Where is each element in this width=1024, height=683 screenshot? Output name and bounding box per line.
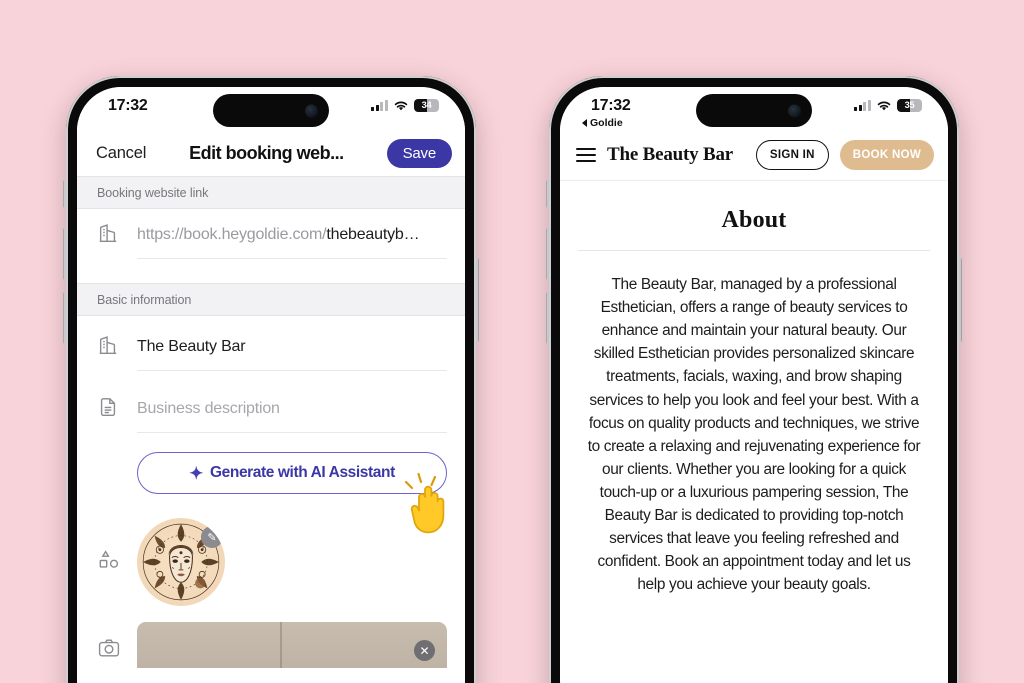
status-bar-left: 17:32 34 [77,87,465,131]
book-now-button[interactable]: BOOK NOW [839,140,934,170]
photo-divider [279,622,282,668]
status-bar-right: 17:32 Goldie 35 [560,87,948,131]
section-header-booking-link: Booking website link [77,176,465,209]
battery-level: 34 [421,100,432,110]
volume-down-button-right[interactable] [546,292,550,344]
phone-right: 17:32 Goldie 35 The Beauty Bar SIGN IN B… [546,76,962,683]
status-indicators: 34 [371,99,439,112]
battery-icon: 34 [414,99,439,112]
business-description-field-row[interactable]: Business description [95,378,447,440]
url-prefix: https://book.heygoldie.com/ [137,226,327,243]
volume-down-button-left[interactable] [63,292,67,344]
business-building-icon [97,334,121,361]
silence-switch-left[interactable] [63,180,67,208]
sign-in-button[interactable]: SIGN IN [755,140,829,170]
business-description-input[interactable]: Business description [137,385,447,433]
phone-right-screen: 17:32 Goldie 35 The Beauty Bar SIGN IN B… [560,87,948,683]
ai-button-label: Generate with AI Assistant [210,464,395,481]
hamburger-menu-icon[interactable] [576,147,596,163]
back-triangle-icon [582,119,587,127]
ai-assistant-row: ✦ Generate with AI Assistant [77,440,465,502]
volume-up-button-left[interactable] [63,228,67,280]
power-button-right[interactable] [958,258,962,342]
page-title: Edit booking web... [189,143,344,163]
status-indicators: 35 [854,99,922,112]
booking-link-field-row[interactable]: https://book.heygoldie.com/thebeautyb… [95,209,447,261]
navigation-bar: Cancel Edit booking web... Save [77,131,465,176]
cellular-bars-icon [371,100,388,111]
volume-up-button-right[interactable] [546,228,550,280]
business-name-field-row[interactable]: The Beauty Bar [95,316,447,378]
booking-link-section: https://book.heygoldie.com/thebeautyb… [77,209,465,283]
booking-url-value[interactable]: https://book.heygoldie.com/thebeautyb… [137,211,447,259]
business-name-input[interactable]: The Beauty Bar [137,323,447,371]
basic-info-section: The Beauty Bar Business description [77,316,465,440]
status-time: 17:32 [108,97,148,114]
business-building-icon [97,222,121,249]
save-button[interactable]: Save [386,139,452,168]
business-logo-avatar[interactable]: ✎ [137,518,225,606]
silence-switch-right[interactable] [546,180,550,208]
website-header: The Beauty Bar SIGN IN BOOK NOW [560,131,948,181]
cancel-button[interactable]: Cancel [96,144,146,163]
shapes-icon [97,548,121,577]
back-app-label: Goldie [590,117,623,129]
logo-row: ✎ [77,502,465,616]
wifi-icon [394,101,408,110]
status-time: 17:32 [591,97,631,114]
document-icon [97,396,121,423]
sparkle-icon: ✦ [189,463,203,483]
section-header-basic-info: Basic information [77,283,465,316]
battery-level: 35 [904,100,915,110]
dynamic-island [213,94,329,127]
phone-left-screen: 17:32 34 Cancel Edit booking web... Save [77,87,465,683]
about-section-title: About [721,207,787,233]
back-to-app-button[interactable]: Goldie [582,117,623,129]
battery-icon: 35 [897,99,922,112]
site-brand-title: The Beauty Bar [607,144,733,165]
edit-logo-badge-icon[interactable]: ✎ [201,526,223,548]
wifi-icon [877,101,891,110]
generate-with-ai-assistant-button[interactable]: ✦ Generate with AI Assistant [137,452,447,494]
power-button-left[interactable] [475,258,479,342]
close-icon[interactable]: ✕ [414,640,435,661]
url-suffix: thebeautyb… [326,226,420,243]
phone-left: 17:32 34 Cancel Edit booking web... Save [63,76,479,683]
cellular-bars-icon [854,100,871,111]
camera-icon [97,622,121,665]
cover-photo-thumbnail[interactable]: ✕ [137,622,447,668]
about-section-body: The Beauty Bar, managed by a professiona… [587,276,921,594]
cover-photo-row: ✕ [77,616,465,668]
dynamic-island [696,94,812,127]
